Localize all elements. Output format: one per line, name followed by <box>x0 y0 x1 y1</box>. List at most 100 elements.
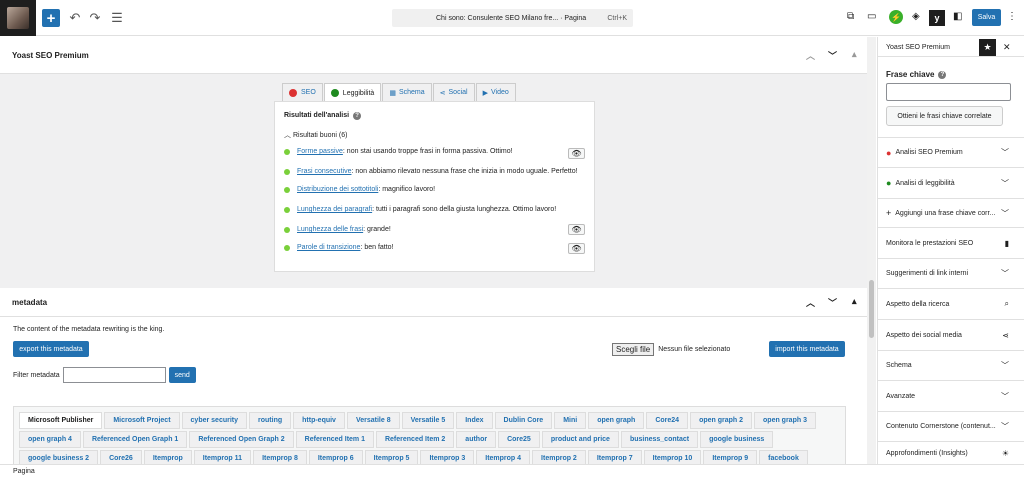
export-metadata-button[interactable]: export this metadata <box>13 341 89 357</box>
yoast-icon[interactable]: y <box>929 10 945 26</box>
close-icon[interactable]: ✕ <box>1003 42 1011 53</box>
tab-metadata-group[interactable]: open graph 3 <box>754 412 816 429</box>
tab-social[interactable]: ⋖ Social <box>432 83 475 101</box>
tab-metadata-group[interactable]: product and price <box>541 431 619 448</box>
tab-metadata-group[interactable]: author <box>456 431 497 448</box>
eye-icon[interactable]: 👁 <box>568 243 585 254</box>
command-palette-button[interactable]: Chi sono: Consulente SEO Milano fre... ·… <box>392 9 633 27</box>
result-link[interactable]: Parole di transizione <box>297 244 360 251</box>
tab-metadata-group[interactable]: Itemprop 6 <box>308 450 363 464</box>
sidebar-panel-toggle[interactable]: Aspetto della ricerca ⌕ <box>878 288 1024 319</box>
view-page-icon[interactable]: ⧉ <box>847 11 854 22</box>
tab-metadata-group[interactable]: Itemprop 11 <box>193 450 252 464</box>
sidebar-panel-toggle[interactable]: Schema ﹀ <box>878 350 1024 380</box>
tab-metadata-group[interactable]: Itemprop 8 <box>253 450 307 464</box>
tab-metadata-group[interactable]: open graph 2 <box>690 412 753 429</box>
collapse-icon[interactable]: ▴ <box>852 296 857 307</box>
settings-sidebar-icon[interactable]: ◧ <box>953 11 962 22</box>
eye-icon[interactable]: 👁 <box>568 224 585 235</box>
tab-metadata-group[interactable]: open graph 4 <box>19 431 81 448</box>
help-icon[interactable]: ? <box>938 70 947 79</box>
jetpack-icon[interactable]: ⚡ <box>889 10 903 24</box>
filter-input[interactable] <box>62 367 166 383</box>
tab-metadata-group[interactable]: Dublin Core <box>494 412 553 429</box>
tab-metadata-group[interactable]: google business 2 <box>19 450 99 464</box>
import-metadata-button[interactable]: import this metadata <box>769 341 845 357</box>
tab-metadata-group[interactable]: Versatile 5 <box>401 412 455 429</box>
eye-icon[interactable]: 👁 <box>568 148 585 159</box>
undo-icon[interactable]: ↶ <box>66 9 84 27</box>
tab-metadata-group[interactable]: business_contact <box>620 431 699 448</box>
result-link[interactable]: Distribuzione dei sottotitoli <box>297 186 378 193</box>
chevron-up-icon[interactable]: ︿ <box>806 296 815 309</box>
tab-metadata-group[interactable]: Referenced Item 1 <box>295 431 374 448</box>
tab-metadata-group[interactable]: Referenced Item 2 <box>375 431 455 448</box>
sidebar-panel-toggle[interactable]: Monitora le prestazioni SEO ▮ <box>878 227 1024 258</box>
tab-metadata-group[interactable]: Referenced Open Graph 1 <box>82 431 188 448</box>
tab-metadata-group[interactable]: Itemprop 2 <box>532 450 586 464</box>
result-link[interactable]: Lunghezza dei paragrafi <box>297 206 372 213</box>
sidebar-panel-toggle[interactable]: Aspetto dei social media ⋖ <box>878 319 1024 350</box>
result-link[interactable]: Frasi consecutive <box>297 168 351 175</box>
tab-metadata-group[interactable]: Itemprop 9 <box>703 450 758 464</box>
sidebar-panel-toggle[interactable]: Suggerimenti di link interni ﹀ <box>878 258 1024 288</box>
tab-metadata-group[interactable]: Itemprop 4 <box>476 450 531 464</box>
tab-metadata-group[interactable]: Versatile 8 <box>346 412 400 429</box>
help-icon[interactable]: ? <box>353 112 362 120</box>
sidebar-panel-toggle[interactable]: ● Analisi di leggibilità ﹀ <box>878 167 1024 198</box>
tab-readability[interactable]: Leggibilità <box>323 83 382 102</box>
collapse-icon[interactable]: ▴ <box>852 49 857 60</box>
tab-metadata-group[interactable]: Itemprop 5 <box>364 450 419 464</box>
sidebar-panel-toggle[interactable]: Approfondimenti (Insights) ☀ <box>878 441 1024 464</box>
tab-metadata-group[interactable]: Itemprop 10 <box>643 450 702 464</box>
tab-metadata-group[interactable]: facebook <box>759 450 808 464</box>
tab-metadata-group[interactable]: Core24 <box>646 412 689 429</box>
metadata-panel-header[interactable]: metadata ︿ ﹀ ▴ <box>0 288 867 317</box>
tab-schema[interactable]: ▦ Schema <box>382 83 432 101</box>
tab-metadata-group[interactable]: Core26 <box>100 450 142 464</box>
tab-metadata-group[interactable]: Microsoft Publisher <box>19 412 103 429</box>
main-scrollbar[interactable] <box>867 37 876 464</box>
tab-metadata-group[interactable]: Itemprop 7 <box>587 450 642 464</box>
plugin-icon[interactable]: ◈ <box>912 11 920 22</box>
block-breadcrumb[interactable]: Pagina <box>13 468 35 475</box>
tab-metadata-group[interactable]: Index <box>456 412 493 429</box>
sidebar-panel-toggle[interactable]: Avanzate ﹀ <box>878 380 1024 411</box>
move-up-icon[interactable]: ︿ <box>806 49 815 62</box>
tab-seo[interactable]: SEO <box>282 83 323 101</box>
options-menu-icon[interactable]: ⋮ <box>1007 11 1017 22</box>
chevron-down-icon[interactable]: ﹀ <box>828 49 837 62</box>
add-block-button[interactable]: + <box>42 9 60 27</box>
tab-metadata-group[interactable]: Itemprop 3 <box>420 450 475 464</box>
related-keyphrases-button[interactable]: Ottieni le frasi chiave correlate <box>886 106 1003 126</box>
yoast-panel-header[interactable]: Yoast SEO Premium ︿ ﹀ ▴ <box>0 37 867 74</box>
tab-metadata-group[interactable]: Itemprop <box>143 450 192 464</box>
send-button[interactable]: send <box>168 367 196 383</box>
file-input[interactable]: Scegli file Nessun file selezionato <box>612 343 730 356</box>
preview-device-icon[interactable]: ▭ <box>867 11 876 22</box>
chevron-down-icon[interactable]: ﹀ <box>828 296 837 309</box>
result-link[interactable]: Lunghezza delle frasi <box>297 226 363 233</box>
tab-metadata-group[interactable]: Core25 <box>498 431 540 448</box>
sidebar-panel-toggle[interactable]: Contenuto Cornerstone (contenut... ﹀ <box>878 411 1024 441</box>
tab-metadata-group[interactable]: Microsoft Project <box>104 412 180 429</box>
tab-metadata-group[interactable]: open graph <box>588 412 645 429</box>
sidebar-panel-toggle[interactable]: ● Analisi SEO Premium ﹀ <box>878 137 1024 167</box>
keyphrase-input[interactable] <box>886 83 1011 101</box>
tab-metadata-group[interactable]: Referenced Open Graph 2 <box>189 431 294 448</box>
tab-metadata-group[interactable]: Mini <box>554 412 587 429</box>
redo-icon[interactable]: ↷ <box>86 9 104 27</box>
tab-metadata-group[interactable]: http-equiv <box>293 412 345 429</box>
sidebar-panel-toggle[interactable]: + Aggiungi una frase chiave corr... ﹀ <box>878 198 1024 227</box>
document-overview-icon[interactable]: ☰ <box>108 9 126 27</box>
good-results-toggle[interactable]: ︿ Risultati buoni (6) <box>284 130 347 140</box>
tab-metadata-group[interactable]: routing <box>249 412 292 429</box>
tab-metadata-group[interactable]: cyber security <box>181 412 248 429</box>
result-link[interactable]: Forme passive <box>297 148 343 155</box>
scrollbar-thumb[interactable] <box>869 280 874 338</box>
star-icon[interactable]: ★ <box>979 39 996 56</box>
tab-metadata-group[interactable]: google business <box>700 431 774 448</box>
tab-video[interactable]: ▶ Video <box>475 83 516 101</box>
choose-file-button[interactable]: Scegli file <box>612 343 655 356</box>
site-icon-button[interactable] <box>0 0 36 36</box>
